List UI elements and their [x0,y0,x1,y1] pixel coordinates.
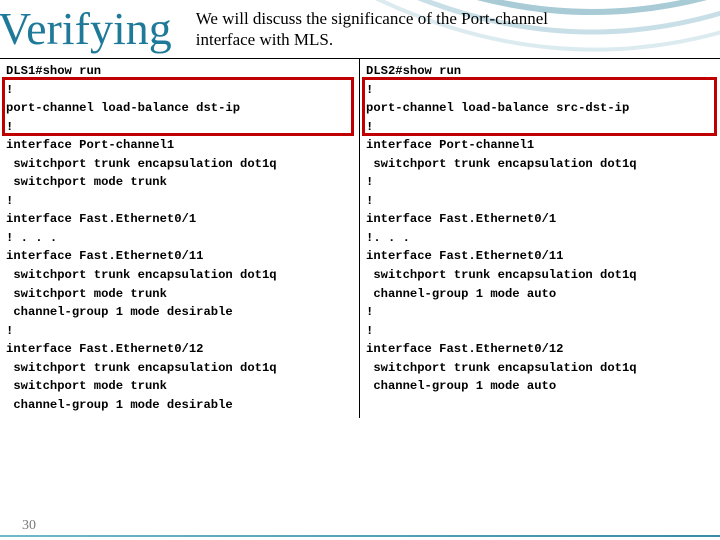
slide-subtitle: We will discuss the significance of the … [196,8,720,51]
dls1-config-output: DLS1#show run ! port-channel load-balanc… [6,62,353,414]
config-columns: DLS1#show run ! port-channel load-balanc… [0,58,720,418]
slide-title: Verifying [0,6,172,52]
left-column-dls1: DLS1#show run ! port-channel load-balanc… [0,59,360,418]
footer-accent-line [0,535,720,537]
page-number: 30 [22,518,36,534]
subtitle-line-1: We will discuss the significance of the … [196,9,548,28]
subtitle-line-2: interface with MLS. [196,30,333,49]
slide-header: Verifying We will discuss the significan… [0,0,720,52]
dls2-config-output: DLS2#show run ! port-channel load-balanc… [366,62,714,396]
right-column-dls2: DLS2#show run ! port-channel load-balanc… [360,59,720,418]
